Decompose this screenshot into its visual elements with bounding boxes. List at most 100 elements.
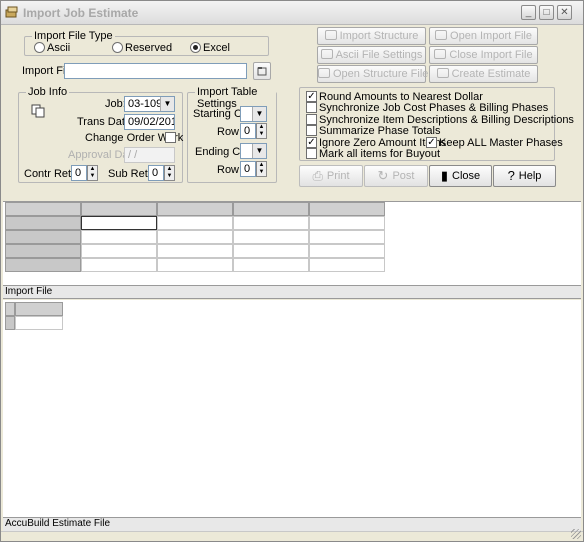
grid-row-header[interactable] bbox=[5, 216, 81, 230]
end-row-spinner[interactable]: ▲ ▼ bbox=[256, 161, 267, 177]
grid-column-header[interactable] bbox=[81, 202, 157, 216]
contr-ret-field[interactable]: 0 bbox=[71, 165, 87, 181]
round-amounts-checkbox[interactable]: ✓ bbox=[306, 91, 317, 102]
grid-corner-cell bbox=[5, 202, 81, 216]
ignore-zero-checkbox[interactable]: ✓ bbox=[306, 137, 317, 148]
close-label: Close bbox=[452, 170, 481, 182]
grid-cell[interactable] bbox=[309, 258, 385, 272]
import-file-input[interactable] bbox=[64, 63, 247, 79]
browse-file-button[interactable] bbox=[253, 62, 271, 80]
trans-date-field[interactable]: 09/02/2014 bbox=[124, 114, 175, 130]
help-button[interactable]: ? Help bbox=[493, 165, 556, 187]
settings-icon bbox=[320, 49, 333, 59]
mark-buyout-label: Mark all items for Buyout bbox=[319, 148, 441, 160]
post-button[interactable]: ↻ Post bbox=[364, 165, 428, 187]
title-bar: Import Job Estimate _ □ ✕ bbox=[1, 1, 583, 25]
job-info-label: Job Info bbox=[26, 86, 70, 98]
chevron-down-icon: ▼ bbox=[252, 144, 266, 158]
import-file-type-label: Import File Type bbox=[32, 30, 115, 42]
open-structure-file-button[interactable]: Open Structure File bbox=[317, 65, 429, 83]
sub-ret-spinner[interactable]: ▲ ▼ bbox=[164, 165, 175, 181]
estimate-icon bbox=[436, 68, 449, 78]
grid2-row-header[interactable] bbox=[5, 316, 15, 330]
grid-cell[interactable] bbox=[157, 244, 233, 258]
maximize-button[interactable]: □ bbox=[539, 5, 554, 20]
grid-cell[interactable] bbox=[81, 230, 157, 244]
job-dropdown[interactable]: 03-1099 ▼ bbox=[124, 96, 175, 112]
grid-cell[interactable] bbox=[157, 230, 233, 244]
create-estimate-button[interactable]: Create Estimate bbox=[429, 65, 538, 83]
grid-row-header[interactable] bbox=[5, 244, 81, 258]
post-label: Post bbox=[392, 170, 415, 182]
grid-cell[interactable] bbox=[233, 244, 309, 258]
start-row-label: Row: bbox=[217, 126, 243, 138]
sub-ret-field[interactable]: 0 bbox=[148, 165, 164, 181]
print-button[interactable]: ⎙ Print bbox=[299, 165, 363, 187]
grid-cell[interactable] bbox=[309, 244, 385, 258]
open-import-file-label: Open Import File bbox=[450, 30, 532, 42]
import-structure-label: Import Structure bbox=[339, 30, 419, 42]
open-structure-file-label: Open Structure File bbox=[333, 68, 429, 80]
contr-ret-spinner[interactable]: ▲ ▼ bbox=[87, 165, 98, 181]
keep-master-label: Keep ALL Master Phases bbox=[439, 137, 563, 149]
grid-cell[interactable] bbox=[233, 216, 309, 230]
folder-icon bbox=[257, 67, 267, 76]
window-bottom-edge bbox=[1, 529, 583, 541]
grid-cell[interactable] bbox=[157, 216, 233, 230]
radio-ascii[interactable] bbox=[34, 42, 45, 53]
grid-cell[interactable] bbox=[233, 230, 309, 244]
radio-reserved[interactable] bbox=[112, 42, 123, 53]
grid-cell-selected[interactable] bbox=[81, 216, 157, 230]
grid-column-header[interactable] bbox=[309, 202, 385, 216]
sync-phases-label: Synchronize Job Cost Phases & Billing Ph… bbox=[319, 102, 549, 114]
chevron-down-icon: ▼ bbox=[252, 107, 266, 121]
summarize-phase-checkbox[interactable] bbox=[306, 125, 317, 136]
ending-col-dropdown[interactable]: ▼ bbox=[240, 143, 267, 159]
end-row-field[interactable]: 0 bbox=[240, 161, 256, 177]
sync-descriptions-checkbox[interactable] bbox=[306, 114, 317, 125]
grid-cell[interactable] bbox=[81, 244, 157, 258]
close-button[interactable]: ▮ Close bbox=[429, 165, 492, 187]
sync-phases-checkbox[interactable] bbox=[306, 102, 317, 113]
grid-cell[interactable] bbox=[81, 258, 157, 272]
status-bar: AccuBuild Estimate File bbox=[3, 517, 581, 531]
close-import-file-button[interactable]: Close Import File bbox=[429, 46, 538, 64]
grid-cell[interactable] bbox=[309, 216, 385, 230]
import-job-estimate-window: Import Job Estimate _ □ ✕ Import File Ty… bbox=[0, 0, 584, 542]
copy-icon[interactable] bbox=[31, 104, 45, 118]
post-icon: ↻ bbox=[377, 168, 389, 183]
grid2-column-header[interactable] bbox=[15, 302, 63, 316]
grid-row-header[interactable] bbox=[5, 230, 81, 244]
grid-column-header[interactable] bbox=[157, 202, 233, 216]
start-row-field[interactable]: 0 bbox=[240, 123, 256, 139]
structure-grid[interactable] bbox=[3, 201, 581, 285]
start-row-spinner[interactable]: ▲ ▼ bbox=[256, 123, 267, 139]
printer-icon: ⎙ bbox=[312, 168, 323, 183]
import-structure-button[interactable]: Import Structure bbox=[317, 27, 426, 45]
open-import-file-button[interactable]: Open Import File bbox=[429, 27, 538, 45]
print-label: Print bbox=[326, 170, 350, 182]
ascii-file-settings-label: Ascii File Settings bbox=[335, 49, 423, 61]
mark-buyout-checkbox[interactable] bbox=[306, 148, 317, 159]
folder-open-icon bbox=[435, 30, 448, 40]
starting-col-dropdown[interactable]: ▼ bbox=[240, 106, 267, 122]
ascii-file-settings-button[interactable]: Ascii File Settings bbox=[317, 46, 426, 64]
grid2-cell[interactable] bbox=[15, 316, 63, 330]
minimize-button[interactable]: _ bbox=[521, 5, 536, 20]
change-order-checkbox[interactable] bbox=[165, 132, 176, 143]
resize-grip-icon[interactable] bbox=[571, 529, 581, 539]
radio-excel[interactable] bbox=[190, 42, 201, 53]
grid-cell[interactable] bbox=[157, 258, 233, 272]
grid-column-header[interactable] bbox=[233, 202, 309, 216]
radio-excel-label: Excel bbox=[203, 42, 230, 54]
import-file-grid[interactable] bbox=[3, 300, 581, 518]
grid-row-header[interactable] bbox=[5, 258, 81, 272]
grid-cell[interactable] bbox=[309, 230, 385, 244]
grid2-corner-cell bbox=[5, 302, 15, 316]
create-estimate-label: Create Estimate bbox=[451, 68, 531, 80]
keep-master-checkbox[interactable]: ✓ bbox=[426, 137, 437, 148]
grid-cell[interactable] bbox=[233, 258, 309, 272]
help-label: Help bbox=[518, 170, 542, 182]
job-label: Job: bbox=[105, 98, 126, 110]
close-window-button[interactable]: ✕ bbox=[557, 5, 572, 20]
